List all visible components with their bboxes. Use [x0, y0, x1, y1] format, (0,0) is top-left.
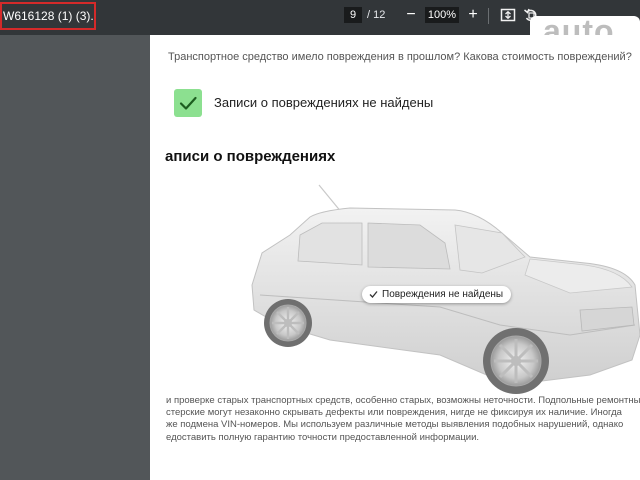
- section-title: аписи о повреждениях: [165, 148, 336, 165]
- logo-text: auto: [543, 16, 615, 35]
- page-total: / 12: [367, 9, 386, 21]
- checkmark-icon: [369, 291, 378, 298]
- zoom-out-button[interactable]: −: [402, 5, 420, 25]
- pdf-toolbar: W616128 (1) (3).pdf 9 / 12 − 100% + auto: [0, 0, 640, 35]
- page-number-input[interactable]: 9: [344, 7, 362, 23]
- disclaimer-line: и проверке старых транспортных средств, …: [166, 395, 640, 406]
- damage-status-text: Повреждения не найдены: [382, 289, 504, 300]
- no-damage-result: Записи о повреждениях не найдены: [214, 95, 434, 110]
- zoom-level-input[interactable]: 100%: [425, 7, 459, 23]
- pdf-page: Транспортное средство имело повреждения …: [150, 35, 640, 480]
- file-name: W616128 (1) (3).pdf: [0, 2, 96, 30]
- toolbar-divider: [488, 8, 489, 24]
- check-icon: [174, 89, 202, 117]
- damage-question: Транспортное средство имело повреждения …: [168, 51, 632, 63]
- disclaimer-text: и проверке старых транспортных средств, …: [166, 395, 640, 444]
- disclaimer-line: едоставить полную гарантию точности пред…: [166, 431, 480, 443]
- damage-status-badge: Повреждения не найдены: [362, 286, 512, 303]
- viewer-gutter: [0, 35, 148, 480]
- fit-page-icon[interactable]: [500, 7, 516, 23]
- auto-logo: auto: [530, 16, 640, 35]
- disclaimer-line: же подмена VIN-номеров. Мы используем ра…: [166, 419, 624, 431]
- disclaimer-line: стерские могут незаконно скрывать дефект…: [166, 407, 622, 419]
- zoom-in-button[interactable]: +: [464, 5, 482, 25]
